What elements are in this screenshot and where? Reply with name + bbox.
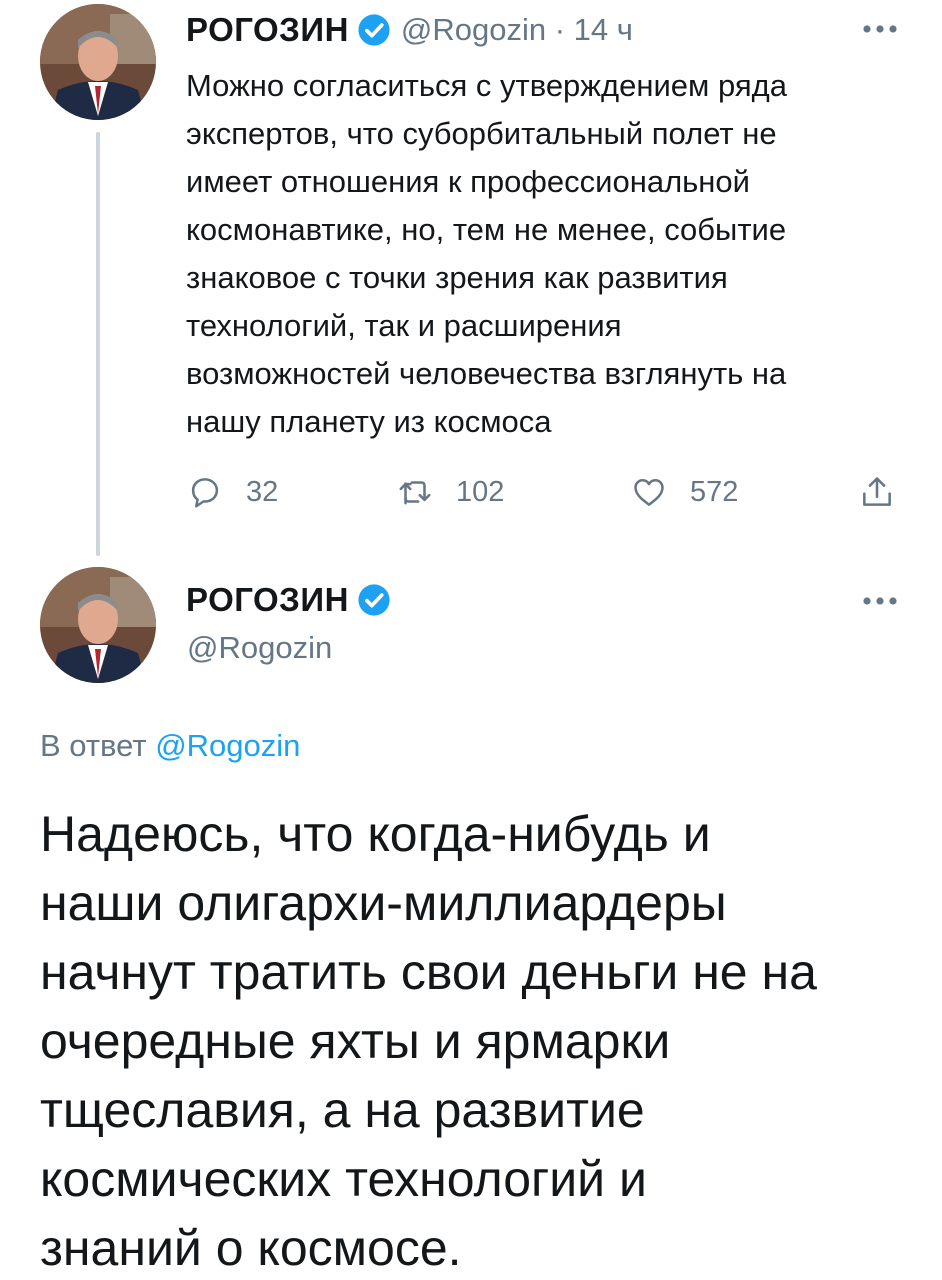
avatar[interactable] xyxy=(40,567,156,683)
reply-prefix: В ответ xyxy=(40,728,147,763)
person-avatar-image xyxy=(40,567,156,683)
tweet-text-line: Надеюсь, что когда-нибудь и xyxy=(40,806,711,862)
tweet-text-line: возможностей человечества взглянуть на xyxy=(186,356,787,391)
share-button[interactable] xyxy=(858,470,896,514)
retweet-button[interactable]: 102 xyxy=(396,470,504,514)
tweet-body: Можно согласиться с утверждением ряда эк… xyxy=(186,62,916,446)
verified-badge-icon xyxy=(357,583,391,617)
tweet-header: РОГОЗИН xyxy=(186,578,391,622)
reply-context: В ответ @Rogozin xyxy=(40,728,300,764)
tweet-text-line: имеет отношения к профессиональной xyxy=(186,164,750,199)
handle-and-time[interactable]: @Rogozin · 14 ч xyxy=(401,12,633,48)
tweet-text-line: очередные яхты и ярмарки xyxy=(40,1013,671,1069)
tweet-text-line: Можно согласиться с утверждением ряда xyxy=(186,68,787,103)
tweet-text-line: начнут тратить свои деньги не на xyxy=(40,944,817,1000)
tweet-text-line: знаний о космосе. xyxy=(40,1220,462,1276)
retweet-count: 102 xyxy=(456,475,505,508)
tweet-text-line: наши олигархи-миллиардеры xyxy=(40,875,727,931)
like-button[interactable]: 572 xyxy=(630,470,738,514)
author-name[interactable]: РОГОЗИН xyxy=(186,11,349,49)
tweet-text-line: экспертов, что суборбитальный полет не xyxy=(186,116,777,151)
avatar[interactable] xyxy=(40,4,156,120)
retweet-icon xyxy=(399,481,431,505)
reply-button[interactable]: 32 xyxy=(186,470,278,514)
tweet-header: РОГОЗИН @Rogozin · 14 ч xyxy=(186,8,633,52)
tweet-text-line: космонавтике, но, тем не менее, событие xyxy=(186,212,787,247)
reply-mention-link[interactable]: @Rogozin xyxy=(155,728,300,763)
tweet-text-line: нашу планету из космоса xyxy=(186,404,552,439)
tweet-text-line: знаковое с точки зрения как развития xyxy=(186,260,728,295)
thread-connector-line xyxy=(96,132,100,556)
more-options-icon[interactable] xyxy=(862,596,898,606)
tweet-action-bar: 32 102 572 xyxy=(186,470,906,514)
tweet-text-line: тщеславия, а на развитие xyxy=(40,1082,645,1138)
person-avatar-image xyxy=(40,4,156,120)
verified-badge-icon xyxy=(357,13,391,47)
heart-icon xyxy=(634,479,664,506)
author-handle[interactable]: @Rogozin xyxy=(187,630,332,666)
reply-icon xyxy=(191,478,219,508)
tweet-body: Надеюсь, что когда-нибудь и наши олигарх… xyxy=(40,800,920,1280)
more-options-icon[interactable] xyxy=(862,24,898,34)
tweet-text-line: технологий, так и расширения xyxy=(186,308,622,343)
share-icon xyxy=(863,477,891,506)
tweet-text-line: космических технологий и xyxy=(40,1151,647,1207)
author-name[interactable]: РОГОЗИН xyxy=(186,581,349,619)
reply-count: 32 xyxy=(246,475,279,508)
like-count: 572 xyxy=(690,475,739,508)
